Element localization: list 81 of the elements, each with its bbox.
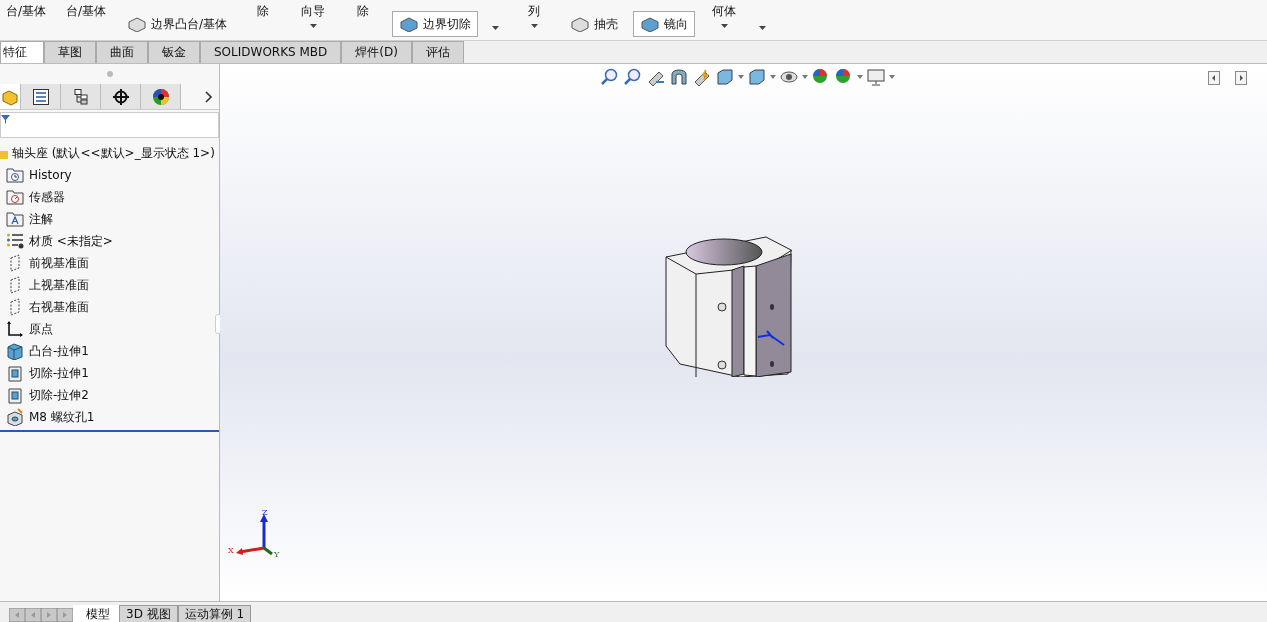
property-list-icon [31,87,50,106]
dropdown-arrow-icon[interactable] [802,75,808,79]
grip-icon[interactable] [106,71,113,77]
tree-item[interactable]: 传感器 [0,186,69,208]
block-icon [127,16,148,32]
collapse-right-icon[interactable] [1235,71,1247,85]
manager-tab[interactable] [141,84,181,109]
gauge-folder-icon [6,189,24,205]
tree-item[interactable]: 切除-拉伸1 [0,362,93,384]
tree-root-label[interactable]: 轴头座 (默认<<默认>_显示状态 1>) [12,144,215,162]
ribbon-tab[interactable]: 草图 [44,41,96,63]
tree-item[interactable]: 右视基准面 [0,296,93,318]
configuration-tree-icon [71,87,90,106]
toolbar-button[interactable]: 除 [342,0,385,40]
manager-tab[interactable] [61,84,101,109]
origin-axes-icon [6,321,24,337]
axis-label: Z [262,508,268,517]
toolbar-button[interactable]: 镜向 [633,11,696,37]
dropdown-arrow-icon[interactable] [492,26,500,30]
tree-item[interactable]: 原点 [0,318,57,340]
cut-block-icon [6,364,24,382]
toolbar-button[interactable]: 何体 [703,0,746,40]
filter-icon [1,115,10,124]
dropdown-arrow-icon[interactable] [889,75,895,79]
toolbar-button[interactable]: 向导 [292,0,335,40]
extrude-block-icon [6,342,24,360]
dropdown-arrow-icon[interactable] [720,24,728,28]
model-tab[interactable]: 模型 [73,605,119,622]
model-tab[interactable]: 3D 视图 [119,605,178,622]
dropdown-arrow-icon[interactable] [738,75,744,79]
toolbar-button[interactable]: 边界切除 [392,11,479,37]
color-wheel-icon [151,87,170,106]
tree-item[interactable]: 前视基准面 [0,252,93,274]
ribbon-tab[interactable]: 钣金 [148,41,200,63]
tree-item[interactable]: 上视基准面 [0,274,93,296]
axis-label: X [228,546,234,555]
dropdown-arrow-icon[interactable] [309,24,317,28]
tree-item[interactable]: 注解 [0,208,57,230]
toolbar-button[interactable]: 除 [242,0,285,40]
block-icon [399,16,420,32]
cut-block-icon [6,386,24,404]
tree-item[interactable]: History [0,164,76,186]
zoom-area-icon[interactable] [623,68,643,86]
block-icon [640,16,661,32]
dropdown-arrow-icon[interactable] [759,26,767,30]
dropdown-arrow-icon[interactable] [530,24,538,28]
toolbar-button[interactable]: 边界凸台/基体 [120,11,235,37]
view-orientation-icon[interactable] [715,68,735,86]
toolbar-button[interactable]: 列 [513,0,556,40]
tree-item[interactable]: 切除-拉伸2 [0,384,93,406]
ribbon-tab[interactable]: 特征 [0,41,44,63]
zoom-fit-icon[interactable] [600,68,620,86]
ribbon-tab[interactable]: 焊件(D) [341,41,412,63]
ribbon-tab[interactable]: SOLIDWORKS MBD [200,41,342,63]
letter-folder-icon [6,211,24,227]
toolbar-button[interactable]: 台/基体 [0,0,53,40]
toolbar-button[interactable]: 台/基体 [60,0,113,40]
ribbon-tab[interactable]: 评估 [411,41,464,63]
hole-wizard-icon [6,408,24,426]
material-list-icon [6,233,24,249]
collapse-left-icon[interactable] [1208,71,1220,85]
toolbar-button[interactable]: 抽壳 [563,11,626,37]
block-icon [570,16,591,32]
tree-item[interactable]: 凸台-拉伸1 [0,340,93,362]
crosshair-icon [111,87,130,106]
dropdown-arrow-icon[interactable] [857,75,863,79]
tree-item[interactable]: M8 螺纹孔1 [0,406,99,428]
hide-show-icon[interactable] [779,68,799,86]
model-tab[interactable]: 运动算例 1 [177,605,252,622]
clock-folder-icon [6,167,24,183]
display-style-icon[interactable] [747,68,767,86]
manager-tab[interactable] [21,84,61,109]
section-view-icon[interactable] [669,68,689,86]
monitor-icon[interactable] [866,68,886,86]
ribbon-tab[interactable]: 曲面 [96,41,148,63]
dropdown-arrow-icon[interactable] [770,75,776,79]
filter-field[interactable] [0,112,219,138]
axis-label: Y [274,550,280,559]
tree-item[interactable]: 材质 <未指定> [0,230,117,252]
manager-tab[interactable] [101,84,141,109]
chevron-right-icon[interactable] [205,90,213,103]
